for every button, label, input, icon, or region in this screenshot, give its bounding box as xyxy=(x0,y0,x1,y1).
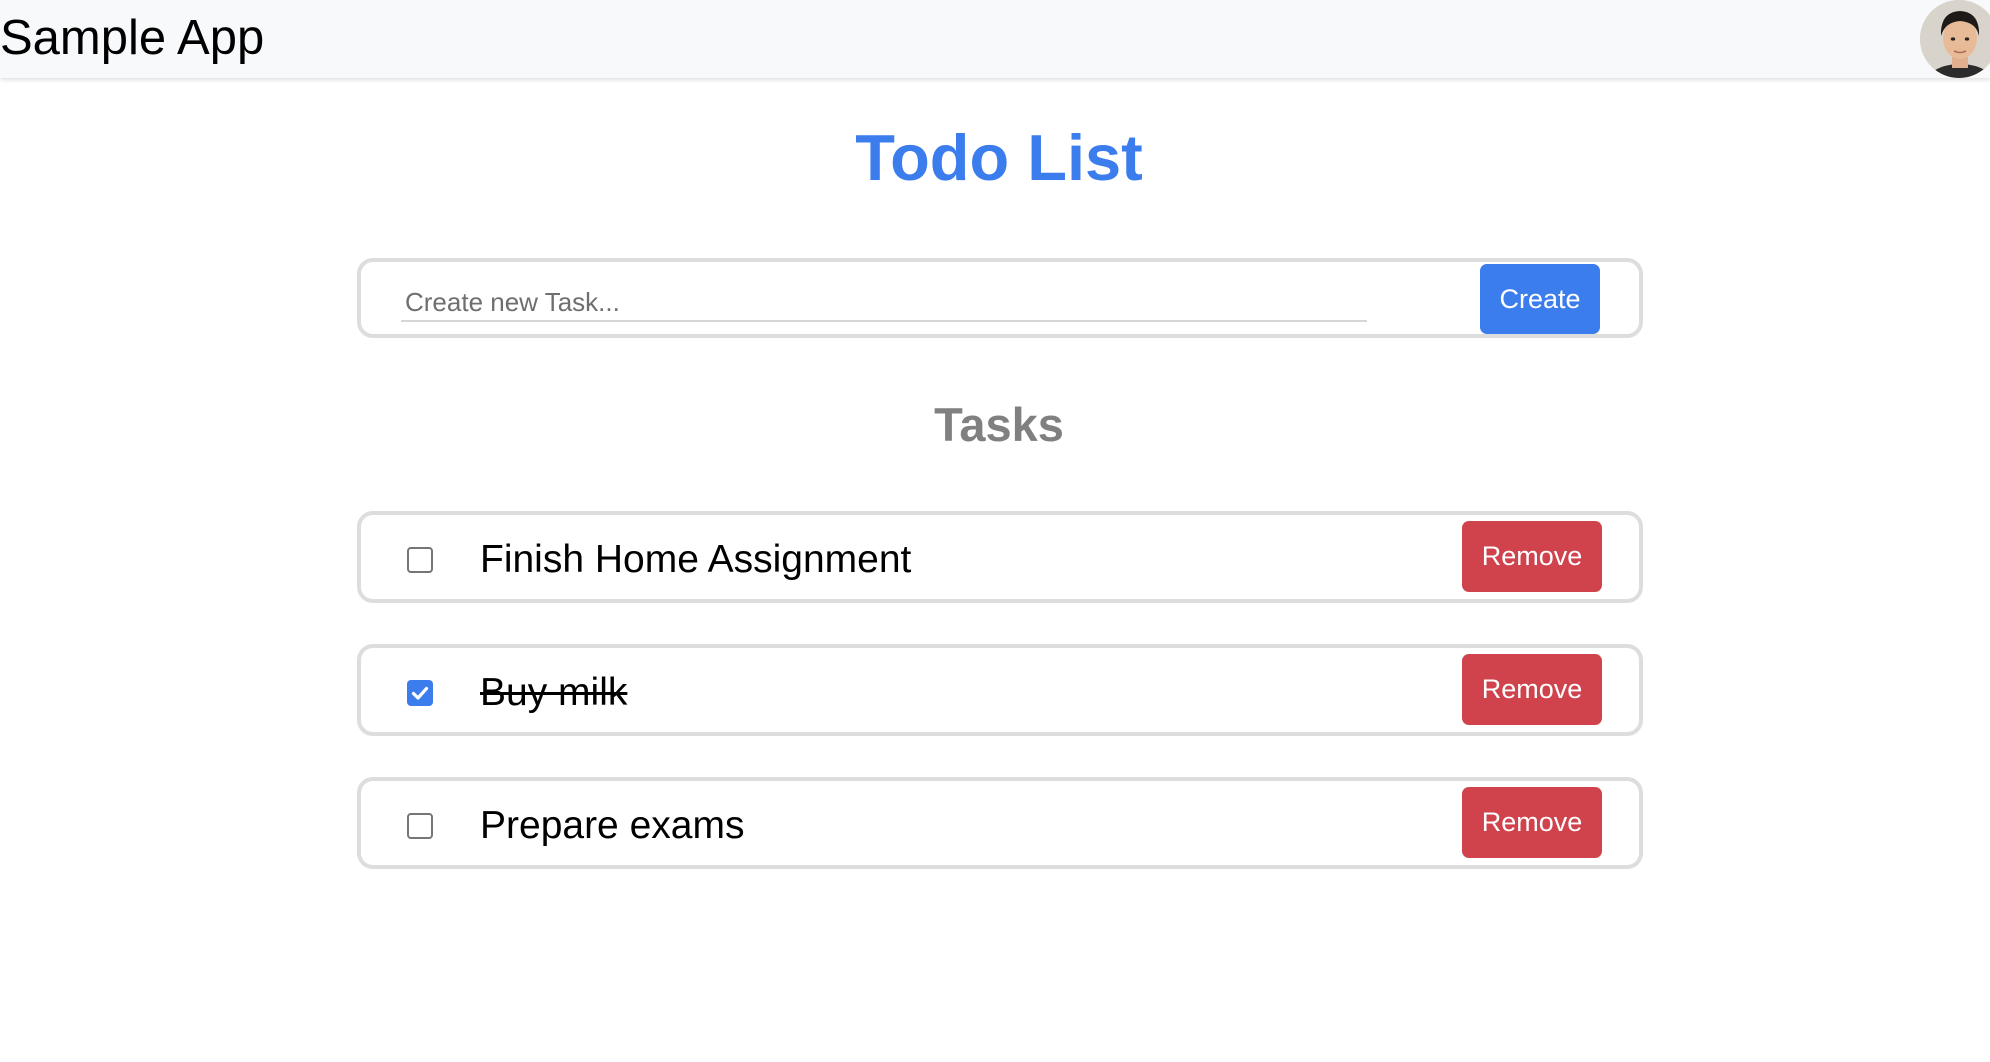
task-item: Prepare exams Remove xyxy=(357,777,1643,869)
new-task-input[interactable] xyxy=(401,280,1367,322)
task-checkbox[interactable] xyxy=(407,813,433,839)
task-label: Finish Home Assignment xyxy=(480,538,912,581)
avatar-image xyxy=(1920,0,1990,78)
create-task-form: Create xyxy=(357,258,1643,338)
task-checkbox-checked[interactable] xyxy=(407,680,433,706)
task-checkbox[interactable] xyxy=(407,547,433,573)
task-label: Buy milk xyxy=(480,671,628,714)
task-item: Finish Home Assignment Remove xyxy=(357,511,1643,603)
checkmark-icon xyxy=(411,686,429,700)
remove-task-button[interactable]: Remove xyxy=(1462,787,1602,858)
task-item: Buy milk Remove xyxy=(357,644,1643,736)
page-title: Todo List xyxy=(855,121,1143,194)
remove-task-button[interactable]: Remove xyxy=(1462,521,1602,592)
remove-task-button[interactable]: Remove xyxy=(1462,654,1602,725)
navbar: Sample App xyxy=(0,0,1990,78)
user-avatar[interactable] xyxy=(1920,0,1990,78)
tasks-heading: Tasks xyxy=(934,398,1064,451)
create-button[interactable]: Create xyxy=(1480,264,1600,334)
navbar-brand[interactable]: Sample App xyxy=(0,8,264,68)
task-label: Prepare exams xyxy=(480,804,745,847)
